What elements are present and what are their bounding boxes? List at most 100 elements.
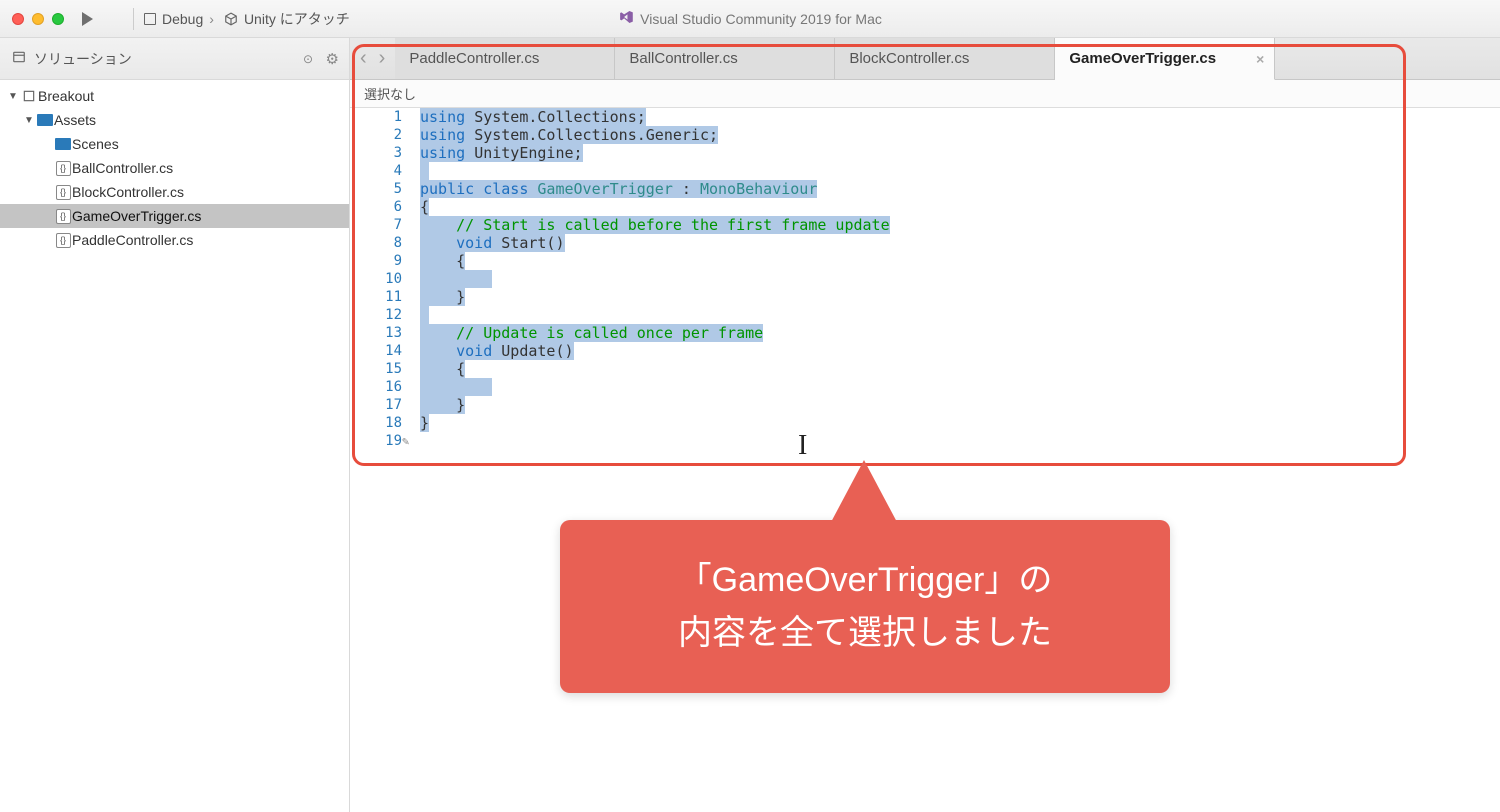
code-text[interactable] [420, 432, 1500, 450]
close-window-button[interactable] [12, 13, 24, 25]
line-number: 4 [350, 162, 420, 180]
line-number: 5 [350, 180, 420, 198]
editor-tab[interactable]: BlockController.cs [835, 38, 1055, 79]
tree-file-label: BallController.cs [72, 160, 173, 176]
line-number: 17 [350, 396, 420, 414]
target-label[interactable]: Unity にアタッチ [244, 9, 350, 29]
line-number: 13 [350, 324, 420, 342]
line-number: 15 [350, 360, 420, 378]
code-text[interactable]: // Update is called once per frame [420, 324, 1500, 342]
code-text[interactable]: using UnityEngine; [420, 144, 1500, 162]
code-line[interactable]: 6{ [350, 198, 1500, 216]
solution-node-icon [20, 89, 38, 103]
sidebar-header: ソリューション ⊙ ⚙ [0, 38, 349, 80]
tree-assets[interactable]: ▼ Assets [0, 108, 349, 132]
zoom-window-button[interactable] [52, 13, 64, 25]
tree-file-ball[interactable]: {} BallController.cs [0, 156, 349, 180]
titlebar: Debug › Unity にアタッチ Visual Studio Commun… [0, 0, 1500, 38]
tree-scenes[interactable]: Scenes [0, 132, 349, 156]
code-line[interactable]: 4 [350, 162, 1500, 180]
tab-label: BlockController.cs [849, 50, 969, 67]
code-text[interactable]: { [420, 360, 1500, 378]
tab-label: PaddleController.cs [409, 50, 539, 67]
tree-file-block[interactable]: {} BlockController.cs [0, 180, 349, 204]
expand-arrow-icon[interactable]: ▼ [22, 115, 36, 126]
code-line[interactable]: 14 void Update() [350, 342, 1500, 360]
code-text[interactable] [420, 378, 1500, 396]
tab-nav: ‹ › [350, 38, 395, 79]
tree-file-paddle[interactable]: {} PaddleController.cs [0, 228, 349, 252]
solution-tree[interactable]: ▼ Breakout ▼ Assets Scenes {} BallContro… [0, 80, 349, 812]
editor-area: ‹ › PaddleController.cs BallController.cs… [350, 38, 1500, 812]
code-line[interactable]: 2using System.Collections.Generic; [350, 126, 1500, 144]
editor-tab[interactable]: BallController.cs [615, 38, 835, 79]
code-text[interactable]: } [420, 288, 1500, 306]
code-text[interactable]: { [420, 252, 1500, 270]
code-line[interactable]: 13 // Update is called once per frame [350, 324, 1500, 342]
tab-close-icon[interactable]: × [1256, 51, 1264, 67]
code-line[interactable]: 10 [350, 270, 1500, 288]
code-line[interactable]: 1using System.Collections; [350, 108, 1500, 126]
code-text[interactable]: public class GameOverTrigger : MonoBehav… [420, 180, 1500, 198]
code-text[interactable]: void Start() [420, 234, 1500, 252]
code-text[interactable]: using System.Collections; [420, 108, 1500, 126]
tree-scenes-label: Scenes [72, 136, 119, 152]
csharp-file-icon: {} [54, 233, 72, 248]
visual-studio-icon [618, 9, 634, 28]
tree-root[interactable]: ▼ Breakout [0, 84, 349, 108]
code-line[interactable]: 3using UnityEngine; [350, 144, 1500, 162]
code-text[interactable]: { [420, 198, 1500, 216]
code-text[interactable] [420, 306, 1500, 324]
code-line[interactable]: 7 // Start is called before the first fr… [350, 216, 1500, 234]
code-line[interactable]: 5public class GameOverTrigger : MonoBeha… [350, 180, 1500, 198]
gear-icon[interactable]: ⚙ [326, 50, 339, 68]
folder-icon [54, 138, 72, 150]
editor-tab[interactable]: GameOverTrigger.cs × [1055, 38, 1275, 80]
line-number: 3 [350, 144, 420, 162]
csharp-file-icon: {} [54, 161, 72, 176]
line-number: 12 [350, 306, 420, 324]
code-line[interactable]: 16 [350, 378, 1500, 396]
code-editor[interactable]: 1using System.Collections;2using System.… [350, 108, 1500, 812]
code-text[interactable] [420, 270, 1500, 288]
window-controls [12, 13, 64, 25]
tree-file-gameover[interactable]: {} GameOverTrigger.cs [0, 204, 349, 228]
configuration-label[interactable]: Debug [162, 11, 203, 27]
code-line[interactable]: 12 [350, 306, 1500, 324]
code-text[interactable]: } [420, 396, 1500, 414]
line-number: 10 [350, 270, 420, 288]
csharp-file-icon: {} [54, 209, 72, 224]
tab-label: GameOverTrigger.cs [1069, 50, 1216, 67]
code-line[interactable]: 18} [350, 414, 1500, 432]
line-number: 19 [350, 432, 420, 450]
nav-back-button[interactable]: ‹ [356, 47, 371, 70]
pin-icon[interactable]: ⊙ [303, 52, 313, 66]
code-text[interactable]: using System.Collections.Generic; [420, 126, 1500, 144]
code-line[interactable]: 11 } [350, 288, 1500, 306]
target-icon [224, 12, 238, 26]
code-text[interactable]: void Update() [420, 342, 1500, 360]
code-line[interactable]: 8 void Start() [350, 234, 1500, 252]
code-text[interactable]: } [420, 414, 1500, 432]
breadcrumb-text: 選択なし [364, 84, 416, 103]
editor-tabbar: ‹ › PaddleController.cs BallController.cs… [350, 38, 1500, 80]
editor-tab[interactable]: PaddleController.cs [395, 38, 615, 79]
expand-arrow-icon[interactable]: ▼ [6, 91, 20, 102]
minimize-window-button[interactable] [32, 13, 44, 25]
tree-file-label: BlockController.cs [72, 184, 184, 200]
tree-file-label: PaddleController.cs [72, 232, 193, 248]
configuration-icon [144, 13, 156, 25]
code-text[interactable]: // Start is called before the first fram… [420, 216, 1500, 234]
code-text[interactable] [420, 162, 1500, 180]
window-title-text: Visual Studio Community 2019 for Mac [640, 11, 882, 27]
nav-forward-button[interactable]: › [375, 47, 390, 70]
line-number: 2 [350, 126, 420, 144]
code-line[interactable]: 17 } [350, 396, 1500, 414]
code-line[interactable]: 15 { [350, 360, 1500, 378]
line-number: 8 [350, 234, 420, 252]
code-line[interactable]: 9 { [350, 252, 1500, 270]
code-line[interactable]: 19 [350, 432, 1500, 450]
run-button[interactable] [82, 12, 93, 26]
editor-breadcrumb[interactable]: 選択なし [350, 80, 1500, 108]
line-number: 14 [350, 342, 420, 360]
